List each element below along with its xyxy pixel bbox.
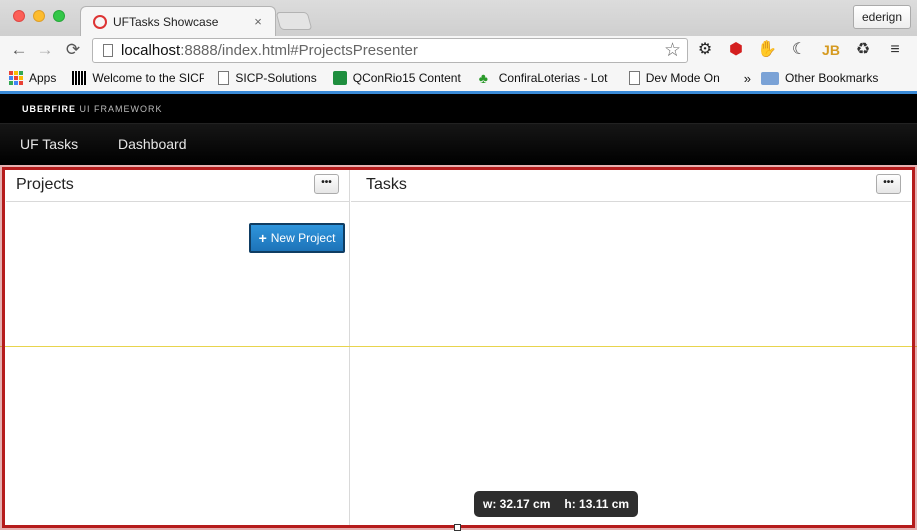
bookmark-dev-mode[interactable]: Dev Mode On	[628, 71, 720, 85]
url-host: localhost	[121, 42, 181, 59]
bookmarks-bar: Apps Welcome to the SICP SICP-Solutions …	[0, 65, 917, 91]
address-bar[interactable]: localhost:8888/index.html#ProjectsPresen…	[92, 38, 688, 63]
bookmark-label: ConfiraLoterias - Lot	[498, 71, 608, 85]
document-icon	[628, 71, 640, 85]
bookmark-label: Apps	[29, 71, 57, 85]
browser-toolbar: ← → ⟳ localhost:8888/index.html#Projects…	[0, 36, 917, 65]
bookmark-confiraloterias[interactable]: ♣ ConfiraLoterias - Lot	[479, 71, 615, 85]
sicp-icon	[72, 71, 87, 85]
measure-height: h: 13.11 cm	[564, 497, 630, 511]
selection-outline	[2, 167, 915, 528]
uberfire-favicon-icon	[93, 14, 107, 29]
lastpass-extension-icon[interactable]: ✋	[757, 40, 777, 60]
window-close-button[interactable]	[13, 10, 25, 22]
bookmark-qconrio[interactable]: QConRio15 Content	[332, 71, 463, 85]
dimension-tooltip: w: 32.17 cm h: 13.11 cm	[474, 491, 639, 517]
apps-grid-icon	[9, 71, 23, 85]
folder-icon	[761, 71, 780, 85]
bookmark-star-icon[interactable]: ☆	[664, 39, 681, 62]
bookmark-apps[interactable]: Apps	[9, 71, 56, 85]
window-maximize-button[interactable]	[53, 10, 65, 22]
clover-icon: ♣	[478, 71, 488, 85]
main-navbar: UF Tasks Dashboard	[0, 123, 917, 165]
reload-icon[interactable]: ⟳	[62, 39, 84, 61]
browser-tab-strip: UFTasks Showcase × ederign	[0, 0, 917, 36]
bookmark-label: Dev Mode On	[645, 71, 720, 85]
bookmark-sicp-solutions[interactable]: SICP-Solutions	[218, 71, 317, 85]
jb-extension-icon[interactable]: JB	[821, 40, 841, 60]
uberfire-banner: UBERFIRE UI FRAMEWORK	[0, 94, 917, 123]
new-tab-button[interactable]	[275, 12, 313, 30]
bookmark-sicp[interactable]: Welcome to the SICP	[72, 71, 204, 85]
bookmark-label: SICP-Solutions	[235, 71, 317, 85]
back-arrow-icon[interactable]: ←	[8, 39, 30, 61]
menu-icon[interactable]: ≡	[885, 40, 905, 60]
bookmarks-overflow-chevron-icon[interactable]: »	[744, 71, 751, 86]
nav-item-dashboard[interactable]: Dashboard	[118, 136, 187, 152]
window-minimize-button[interactable]	[33, 10, 45, 22]
resize-handle[interactable]	[454, 524, 461, 531]
recycle-extension-icon[interactable]: ♻	[853, 40, 873, 60]
measure-width: w: 32.17 cm	[483, 497, 551, 511]
bookmark-label: QConRio15 Content	[352, 71, 461, 85]
brand-logo: UBERFIRE UI FRAMEWORK	[22, 104, 163, 114]
tab-title: UFTasks Showcase	[113, 14, 219, 29]
nav-item-uf-tasks[interactable]: UF Tasks	[20, 136, 78, 152]
bookmark-label: Welcome to the SICP	[92, 71, 205, 85]
forward-arrow-icon[interactable]: →	[34, 39, 56, 61]
bookmark-other[interactable]: Other Bookmarks	[761, 71, 878, 85]
page-icon	[103, 44, 113, 57]
night-mode-extension-icon[interactable]: ☾	[789, 40, 809, 60]
tab-close-icon[interactable]: ×	[251, 14, 265, 29]
settings-extension-icon[interactable]: ⚙	[695, 40, 715, 60]
profile-button[interactable]: ederign	[852, 5, 911, 29]
adblock-extension-icon[interactable]: ⬢	[726, 40, 746, 60]
workspace: Projects ••• + New Project Tasks ••• w: …	[0, 165, 917, 531]
url-path: :8888/index.html#ProjectsPresenter	[180, 42, 418, 59]
sheets-icon	[332, 71, 347, 85]
bookmark-label: Other Bookmarks	[785, 71, 879, 85]
document-icon	[218, 71, 230, 85]
browser-tab-active[interactable]: UFTasks Showcase ×	[80, 6, 276, 36]
